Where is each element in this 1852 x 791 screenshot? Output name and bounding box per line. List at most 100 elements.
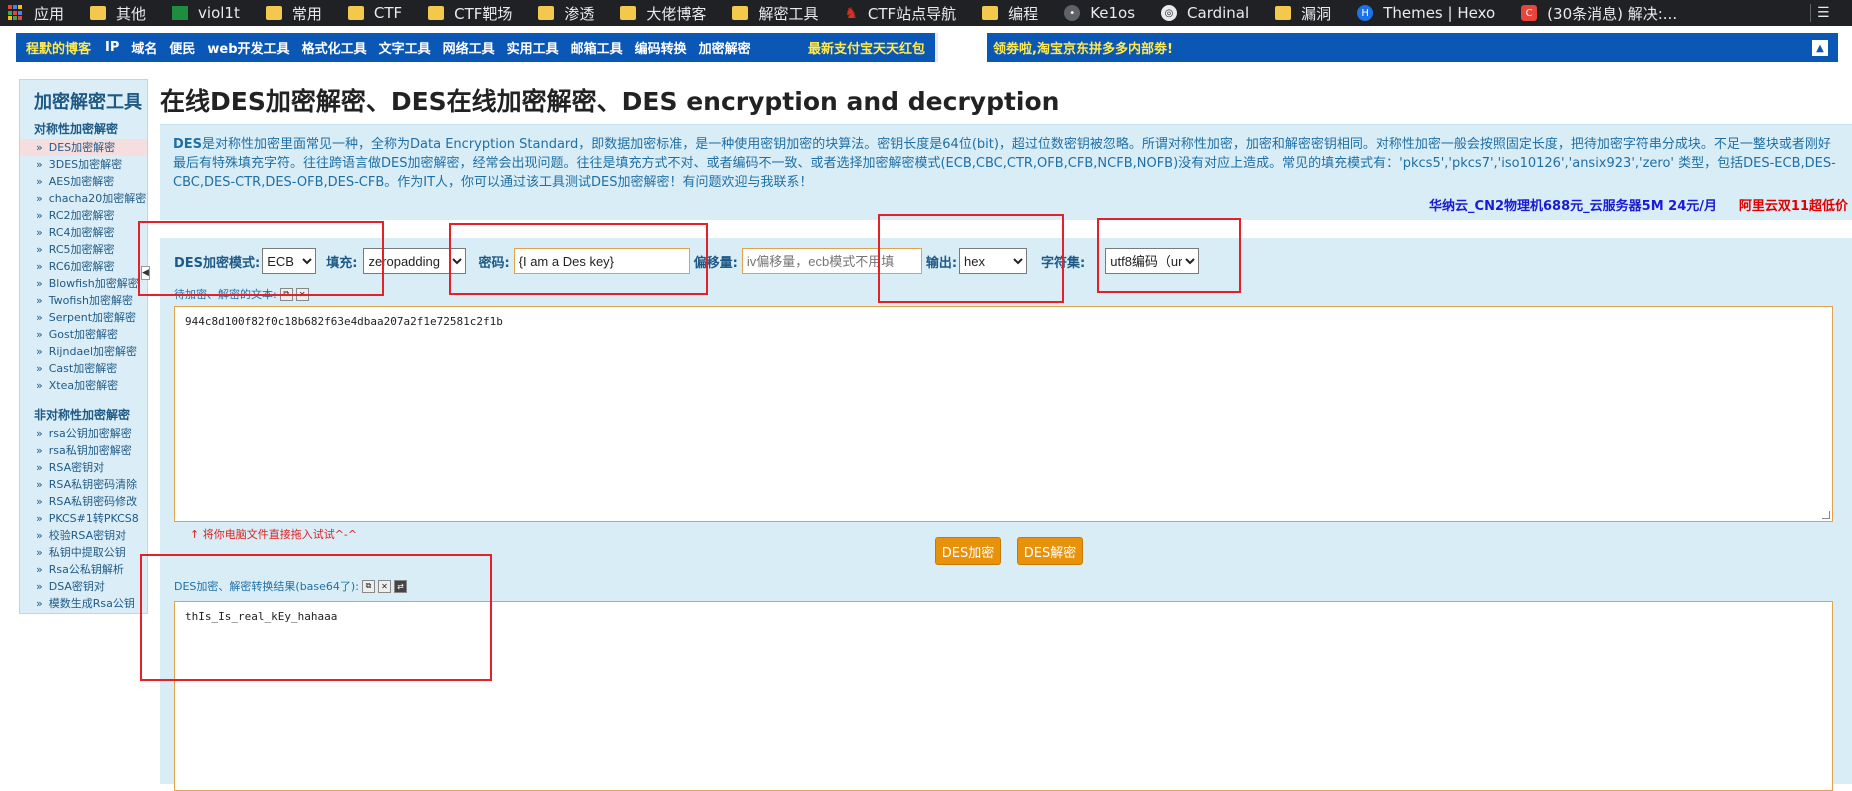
promo-link[interactable]: 最新支付宝天天红包 <box>808 38 925 57</box>
bookmark-label: 常用 <box>291 4 322 23</box>
ad-link[interactable]: 领劵啦,淘宝京东拼多多内部劵! <box>993 38 1173 57</box>
input-textarea[interactable]: 944c8d100f82f0c18b682f63e4dbaa207a2f1e72… <box>174 306 1833 522</box>
annotation-box-result <box>140 554 492 681</box>
description-keyword: DES <box>173 137 203 152</box>
bookmark-vuln[interactable]: 漏洞 <box>1275 3 1331 24</box>
sidebar-asym-item[interactable]: Rsa公私钥解析 <box>20 561 147 578</box>
ad-aliyun-link[interactable]: 阿里云双11超低价 <box>1739 195 1848 214</box>
sidebar-asym-item[interactable]: 模数生成Rsa公钥 <box>20 595 147 612</box>
reading-list[interactable]: ☰ <box>1802 0 1852 26</box>
nav-utility[interactable]: 实用工具 <box>507 38 559 57</box>
reading-list-icon: ☰ <box>1817 5 1830 21</box>
globe-icon: ◎ <box>1161 5 1178 21</box>
folder-icon <box>538 6 555 20</box>
description-text: DES是对称性加密里面常见一种，全称为Data Encryption Stand… <box>173 135 1842 192</box>
sidebar-asym-item[interactable]: RSA密钥对 <box>20 459 147 476</box>
brand-link[interactable]: 程默的博客 <box>26 38 91 57</box>
sidebar-sym-item[interactable]: Xtea加密解密 <box>20 377 147 394</box>
nav-email[interactable]: 邮箱工具 <box>571 38 623 57</box>
des-tool-panel: DES加密模式: ECB 填充: zeropadding 密码: 偏移量: 输出… <box>160 238 1852 791</box>
bookmark-other[interactable]: 其他 <box>90 3 146 24</box>
sidebar-section-symmetric[interactable]: 对称性加密解密 <box>20 120 147 137</box>
nav-ip[interactable]: IP <box>105 40 119 55</box>
bookmark-hexo[interactable]: H Themes | Hexo <box>1357 4 1495 22</box>
separator <box>1810 4 1811 22</box>
sidebar-section-asymmetric[interactable]: 非对称性加密解密 <box>20 406 147 423</box>
folder-icon <box>428 6 445 20</box>
bookmark-apps[interactable]: 应用 <box>8 3 64 24</box>
nav-webdev[interactable]: web开发工具 <box>207 38 289 57</box>
sidebar-sym-item[interactable]: Rijndael加密解密 <box>20 343 147 360</box>
bookmark-ctf-range[interactable]: CTF靶场 <box>428 3 512 24</box>
sidebar-asym-item[interactable]: RSA私钥密码清除 <box>20 476 147 493</box>
ctf-site-icon: ♞ <box>844 4 858 22</box>
sidebar-sym-item[interactable]: 3DES加密解密 <box>20 156 147 173</box>
folder-icon <box>732 6 749 20</box>
annotation-box-key <box>449 223 708 295</box>
resize-handle[interactable] <box>1822 511 1830 519</box>
annotation-box-output <box>878 214 1064 303</box>
bookmark-decrypt-tools[interactable]: 解密工具 <box>732 3 818 24</box>
description-body: 是对称性加密里面常见一种，全称为Data Encryption Standard… <box>173 137 1836 190</box>
sidebar-asym-item[interactable]: DSA密钥对 <box>20 578 147 595</box>
sidebar-sym-item[interactable]: RC6加密解密 <box>20 258 147 275</box>
annotation-box-mode <box>138 221 384 296</box>
bookmark-ctf-nav[interactable]: ♞ CTF站点导航 <box>844 3 956 24</box>
bookmark-blogs[interactable]: 大佬博客 <box>620 3 706 24</box>
sidebar-sym-item[interactable]: chacha20加密解密 <box>20 190 147 207</box>
sidebar-sym-item[interactable]: RC4加密解密 <box>20 224 147 241</box>
nav-network[interactable]: 网络工具 <box>443 38 495 57</box>
bookmark-label: 漏洞 <box>1301 4 1332 23</box>
sidebar-sym-item[interactable]: Cast加密解密 <box>20 360 147 377</box>
sidebar-sym-item[interactable]: Twofish加密解密 <box>20 292 147 309</box>
nav-text[interactable]: 文字工具 <box>379 38 431 57</box>
bookmark-pentest[interactable]: 渗透 <box>538 3 594 24</box>
bookmark-common[interactable]: 常用 <box>265 3 322 24</box>
folder-icon <box>1275 6 1292 20</box>
folder-icon <box>347 6 364 20</box>
ad-bar: 领劵啦,淘宝京东拼多多内部劵! ▲ <box>987 33 1838 62</box>
nav-divider <box>935 33 938 62</box>
sidebar-sym-item[interactable]: DES加密解密 <box>20 139 147 156</box>
bookmark-label: CTF靶场 <box>454 4 513 23</box>
bookmark-ctf[interactable]: CTF <box>347 4 403 22</box>
sidebar-sym-item[interactable]: Gost加密解密 <box>20 326 147 343</box>
bookmark-label: Ke1os <box>1090 4 1136 22</box>
bookmark-label: viol1t <box>198 4 240 22</box>
bookmark-label: (30条消息) 解决:... <box>1547 4 1678 23</box>
bookmark-viol1t[interactable]: viol1t <box>172 4 240 22</box>
nav-format[interactable]: 格式化工具 <box>302 38 367 57</box>
folder-icon <box>90 6 107 20</box>
sidebar-asym-item[interactable]: 校验RSA密钥对 <box>20 527 147 544</box>
bookmark-label: CTF <box>373 4 403 22</box>
folder-icon <box>620 6 637 20</box>
bookmark-label: 大佬博客 <box>646 4 707 23</box>
sidebar-sym-item[interactable]: Serpent加密解密 <box>20 309 147 326</box>
nav-encoding[interactable]: 编码转换 <box>635 38 687 57</box>
sidebar-asym-item[interactable]: PKCS#1转PKCS8 <box>20 510 147 527</box>
page-title: 在线DES加密解密、DES在线加密解密、DES encryption and d… <box>160 87 1060 116</box>
sidebar-sym-item[interactable]: RC5加密解密 <box>20 241 147 258</box>
sidebar-asym-item[interactable]: rsa公钥加密解密 <box>20 425 147 442</box>
bookmark-label: 渗透 <box>564 4 595 23</box>
nav-crypto[interactable]: 加密解密 <box>699 38 751 57</box>
bookmark-label: 应用 <box>34 4 65 23</box>
sidebar-sym-item[interactable]: AES加密解密 <box>20 173 147 190</box>
des-decrypt-button[interactable]: DES解密 <box>1017 537 1083 565</box>
bookmark-ke1os[interactable]: • Ke1os <box>1064 4 1135 22</box>
scroll-up-button[interactable]: ▲ <box>1812 40 1828 56</box>
bookmark-cardinal[interactable]: ◎ Cardinal <box>1161 4 1249 22</box>
annotation-box-charset <box>1097 218 1241 293</box>
sidebar-asym-item[interactable]: rsa私钥加密解密 <box>20 442 147 459</box>
bookmark-label: 编程 <box>1008 4 1039 23</box>
des-encrypt-button[interactable]: DES加密 <box>935 537 1001 565</box>
sidebar-sym-item[interactable]: Blowfish加密解密 <box>20 275 147 292</box>
nav-domain[interactable]: 域名 <box>131 38 157 57</box>
sidebar-asym-item[interactable]: 私钥中提取公钥 <box>20 544 147 561</box>
bookmark-csdn[interactable]: C (30条消息) 解决:... <box>1521 3 1677 24</box>
nav-convenience[interactable]: 便民 <box>169 38 195 57</box>
ad-huanayun-link[interactable]: 华纳云_CN2物理机688元_云服务器5M 24元/月 <box>1429 195 1717 214</box>
sidebar-sym-item[interactable]: RC2加密解密 <box>20 207 147 224</box>
sidebar-asym-item[interactable]: RSA私钥密码修改 <box>20 493 147 510</box>
bookmark-programming[interactable]: 编程 <box>982 3 1038 24</box>
